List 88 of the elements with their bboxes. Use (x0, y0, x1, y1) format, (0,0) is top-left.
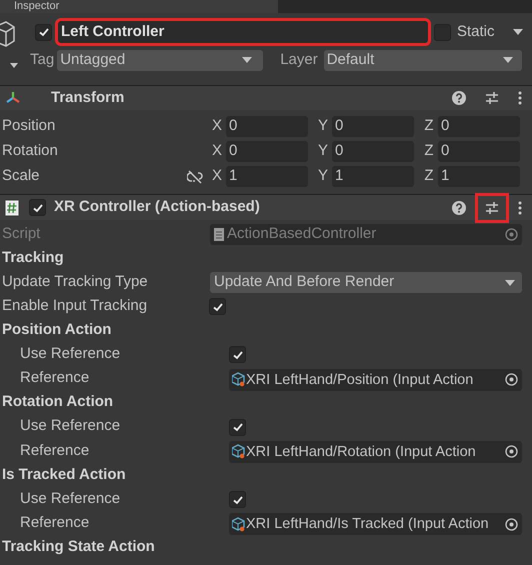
axis-label: X (210, 142, 223, 161)
component-title: Transform (51, 88, 124, 108)
check-icon (212, 300, 224, 313)
reference-value: XRI LeftHand/Position (Input Action (246, 370, 474, 389)
field-label: Rotation (2, 142, 59, 161)
sliders-icon (485, 200, 499, 214)
number-field[interactable]: 0 (226, 116, 308, 137)
more-options-icon[interactable] (518, 91, 522, 105)
script-icon (5, 200, 19, 216)
field-label: Scale (2, 167, 41, 186)
axis-label: X (210, 117, 223, 136)
more-options-icon[interactable] (518, 200, 522, 214)
object-value: ActionBasedController (227, 225, 376, 244)
axis-label: Z (423, 167, 435, 186)
static-label: Static (457, 22, 495, 42)
axis-label: Y (316, 142, 329, 161)
field-label: Enable Input Tracking (2, 296, 148, 316)
object-picker-icon[interactable] (505, 445, 518, 458)
number-field[interactable]: 0 (332, 141, 414, 162)
checkbox[interactable] (29, 199, 46, 216)
section-header: Is Tracked Action (2, 466, 126, 484)
reference-field[interactable]: XRI LeftHand/Position (Input Action (229, 368, 522, 391)
caret-icon (504, 278, 516, 287)
component-title: XR Controller (Action-based) (54, 198, 260, 217)
field-label: Script (2, 224, 40, 244)
checkbox[interactable] (229, 491, 246, 508)
number-field[interactable]: 1 (438, 166, 520, 187)
check-icon (232, 494, 244, 506)
field-label: Use Reference (20, 490, 120, 508)
checkbox[interactable] (229, 418, 246, 436)
tag-dropdown[interactable]: Untagged (57, 50, 264, 70)
reference-value: XRI LeftHand/Rotation (Input Action (246, 442, 476, 461)
field-label: Reference (20, 369, 90, 388)
checkbox[interactable] (209, 298, 226, 316)
object-picker-icon[interactable] (505, 228, 518, 241)
section-header: Position Action (2, 321, 112, 340)
axis-label: Z (423, 142, 435, 161)
component-header[interactable]: XR Controller (Action-based) (0, 194, 532, 220)
field-label: Position (2, 117, 56, 136)
check-icon (32, 202, 44, 214)
axis-label: Y (316, 167, 329, 186)
help-icon[interactable] (452, 200, 466, 214)
number-field[interactable]: 0 (438, 141, 520, 162)
check-icon (38, 26, 50, 38)
caret-icon (512, 28, 524, 36)
sliders-icon (485, 91, 499, 105)
field-label: Reference (20, 442, 90, 460)
dropdown[interactable]: Update And Before Render (210, 272, 522, 294)
script-file-icon (214, 228, 224, 241)
axis-label: Y (316, 117, 329, 136)
input-action-icon (232, 372, 246, 388)
axis-label: Z (423, 117, 435, 136)
field-label: Use Reference (20, 345, 120, 364)
caret-icon (502, 56, 514, 64)
section-header: Tracking State Action (2, 538, 155, 557)
object-picker-icon[interactable] (505, 518, 518, 531)
number-field[interactable]: 0 (438, 116, 520, 137)
number-field[interactable]: 1 (226, 166, 308, 187)
name-field[interactable]: Left Controller (58, 21, 428, 43)
help-icon[interactable] (452, 91, 466, 105)
layer-label: Layer (280, 50, 318, 70)
tag-label: Tag (30, 50, 54, 70)
reference-field[interactable]: XRI LeftHand/Rotation (Input Action (229, 440, 522, 463)
input-action-icon (232, 444, 246, 460)
inspector-tab[interactable]: Inspector (0, 0, 278, 13)
reference-field[interactable]: XRI LeftHand/Is Tracked (Input Action (229, 513, 522, 536)
field-label: Use Reference (20, 417, 120, 436)
check-icon (232, 348, 244, 361)
layer-dropdown[interactable]: Default (324, 50, 522, 70)
reference-value: XRI LeftHand/Is Tracked (Input Action (246, 515, 489, 534)
caret-icon (241, 56, 254, 64)
check-icon (232, 421, 244, 434)
section-header: Rotation Action (2, 393, 114, 412)
number-field[interactable]: 0 (332, 116, 414, 137)
transform-icon (5, 90, 21, 106)
input-action-icon (232, 516, 246, 532)
number-field[interactable]: 0 (226, 141, 308, 162)
presets-button[interactable] (475, 192, 509, 222)
checkbox[interactable] (35, 24, 52, 40)
checkbox[interactable] (229, 346, 246, 364)
component-header[interactable]: Transform (0, 85, 532, 110)
section-header: Tracking (2, 248, 64, 268)
field-label: Update Tracking Type (2, 272, 148, 292)
field-label: Reference (20, 514, 90, 533)
number-field[interactable]: 1 (332, 166, 414, 187)
object-picker-icon[interactable] (505, 373, 518, 386)
axis-label: X (210, 167, 223, 186)
unlinked-icon[interactable] (187, 170, 203, 184)
